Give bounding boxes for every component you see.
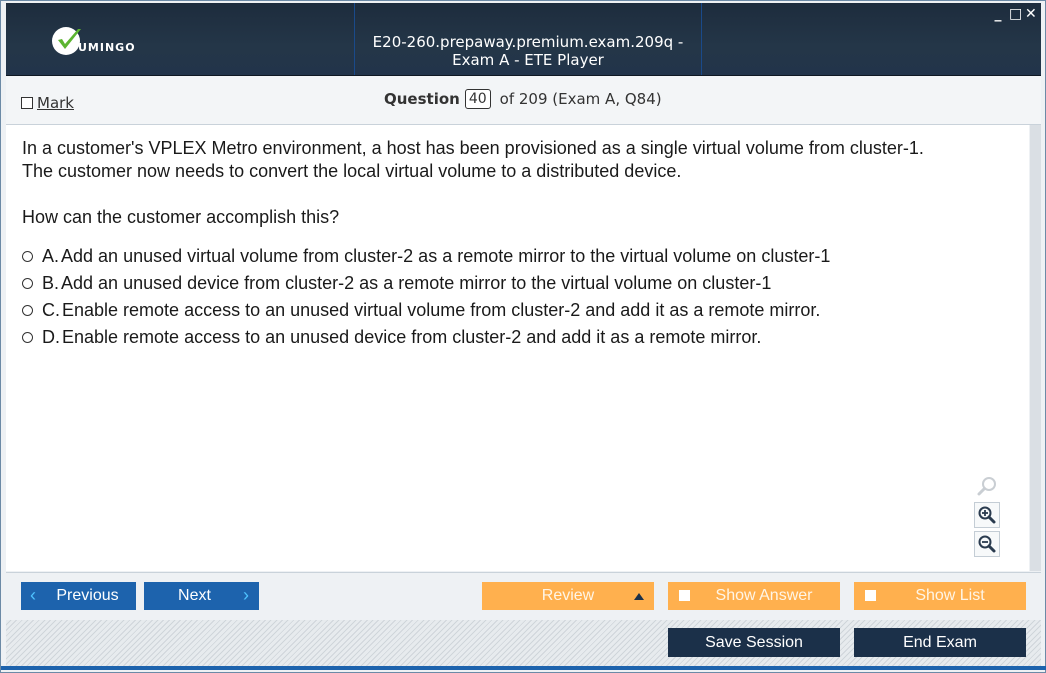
show-list-button[interactable]: Show List <box>854 582 1026 610</box>
title-bar: UMINGO E20-260.prepaway.premium.exam.209… <box>6 3 1041 76</box>
title-divider <box>701 3 702 75</box>
radio-button[interactable] <box>22 251 33 262</box>
end-exam-button[interactable]: End Exam <box>854 628 1026 657</box>
question-header: Mark Question 40 of 209 (Exam A, Q84) <box>6 76 1041 125</box>
answer-text: Enable remote access to an unused virtua… <box>62 300 821 320</box>
mark-label[interactable]: Mark <box>37 94 74 112</box>
show-list-checkbox[interactable] <box>865 590 876 601</box>
show-list-label: Show List <box>915 587 985 604</box>
question-of-text: of 209 (Exam A, Q84) <box>499 90 662 108</box>
answer-option-a[interactable]: A. Add an unused virtual volume from clu… <box>22 243 830 270</box>
answer-option-b[interactable]: B. Add an unused device from cluster-2 a… <box>22 270 830 297</box>
app-logo: UMINGO <box>52 25 136 57</box>
end-exam-label: End Exam <box>903 633 977 651</box>
navigation-bar: ‹ Previous Next › Review Show Answer Sho… <box>6 572 1041 620</box>
chevron-right-icon: › <box>243 585 249 605</box>
vertical-scrollbar[interactable] <box>1030 125 1041 571</box>
show-answer-button[interactable]: Show Answer <box>668 582 840 610</box>
save-session-button[interactable]: Save Session <box>668 628 840 657</box>
answer-text: Add an unused virtual volume from cluste… <box>61 246 831 266</box>
previous-button[interactable]: ‹ Previous <box>21 582 136 610</box>
question-text-line: The customer now needs to convert the lo… <box>22 161 682 181</box>
next-button[interactable]: Next › <box>144 582 259 610</box>
question-number-input[interactable]: 40 <box>464 89 491 109</box>
radio-button[interactable] <box>22 305 33 316</box>
window-controls: _ □ ✕ <box>993 7 1037 21</box>
zoom-out-button[interactable] <box>974 531 1000 557</box>
mark-checkbox-box[interactable] <box>21 97 33 109</box>
answer-text: Enable remote access to an unused device… <box>62 327 762 347</box>
caret-up-icon <box>634 593 644 600</box>
app-window: UMINGO E20-260.prepaway.premium.exam.209… <box>0 0 1046 673</box>
answer-letter: D. <box>42 327 60 347</box>
review-label: Review <box>541 587 595 604</box>
question-prompt: How can the customer accomplish this? <box>22 207 340 227</box>
save-session-label: Save Session <box>705 633 803 651</box>
show-answer-checkbox[interactable] <box>679 590 690 601</box>
question-text: In a customer's VPLEX Metro environment,… <box>22 137 1022 183</box>
minimize-button[interactable]: _ <box>993 7 1003 21</box>
radio-button[interactable] <box>22 278 33 289</box>
question-label: Question <box>384 90 460 108</box>
search-icon <box>977 477 996 496</box>
chevron-left-icon: ‹ <box>30 585 36 605</box>
footer-bar: Save Session End Exam <box>6 620 1041 666</box>
logo-text: UMINGO <box>78 40 136 54</box>
zoom-in-icon <box>978 506 996 524</box>
answer-option-d[interactable]: D. Enable remote access to an unused dev… <box>22 324 830 351</box>
close-button[interactable]: ✕ <box>1025 7 1037 21</box>
question-text-line: In a customer's VPLEX Metro environment,… <box>22 138 924 158</box>
maximize-button[interactable]: □ <box>1009 7 1022 21</box>
zoom-out-icon <box>978 535 996 553</box>
zoom-tools <box>974 473 1002 560</box>
answer-text: Add an unused device from cluster-2 as a… <box>61 273 772 293</box>
logo-check-icon <box>52 27 81 55</box>
show-answer-label: Show Answer <box>715 587 813 604</box>
answer-letter: C. <box>42 300 60 320</box>
answer-letter: A. <box>42 246 60 266</box>
question-indicator: Question 40 of 209 (Exam A, Q84) <box>384 89 662 109</box>
answer-list: A. Add an unused virtual volume from clu… <box>22 243 830 351</box>
window-title: E20-260.prepaway.premium.exam.209q - Exa… <box>372 33 684 69</box>
radio-button[interactable] <box>22 332 33 343</box>
answer-letter: B. <box>42 273 60 293</box>
review-button[interactable]: Review <box>482 582 654 610</box>
next-label: Next <box>178 587 211 604</box>
zoom-reset-button[interactable] <box>974 473 1000 499</box>
mark-checkbox[interactable]: Mark <box>21 94 74 112</box>
question-content: In a customer's VPLEX Metro environment,… <box>6 125 1029 571</box>
answer-option-c[interactable]: C. Enable remote access to an unused vir… <box>22 297 830 324</box>
bottom-accent-line <box>1 666 1046 670</box>
previous-label: Previous <box>56 587 119 604</box>
zoom-in-button[interactable] <box>974 502 1000 528</box>
